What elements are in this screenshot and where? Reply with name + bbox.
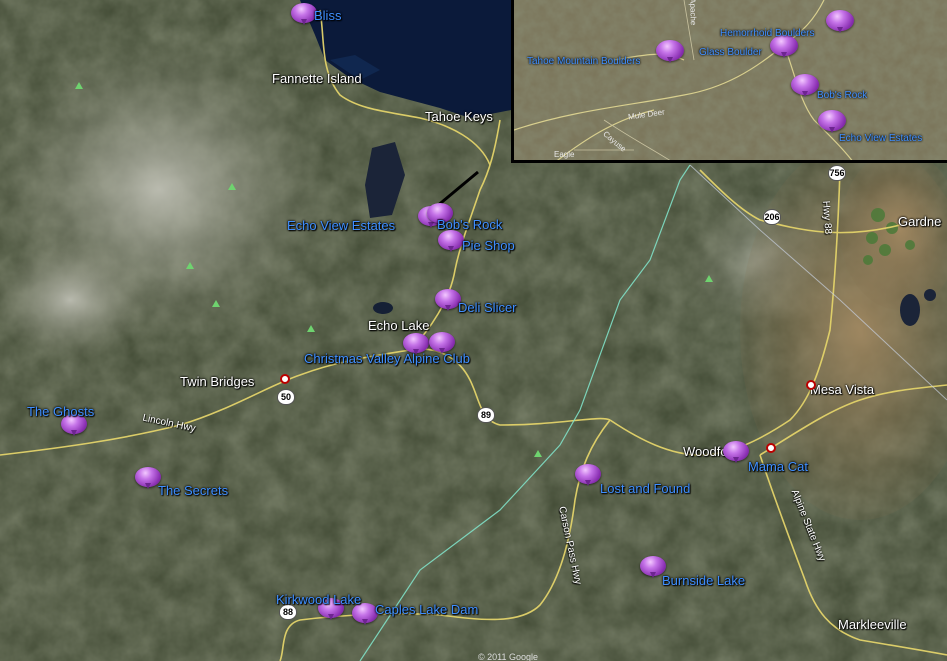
map-copyright: © 2011 Google [478, 652, 539, 661]
inset-map[interactable]: Apache Mule Deer Eagle Cayuse Tahoe Moun… [511, 0, 947, 163]
label-christmas-valley[interactable]: Christmas Valley Alpine Club [304, 351, 470, 366]
label-kirkwood-lake[interactable]: Kirkwood Lake [276, 592, 361, 607]
inset-label-bobs-rock[interactable]: Bob's Rock [817, 90, 867, 101]
label-pie-shop[interactable]: Pie Shop [462, 238, 515, 253]
place-markleeville[interactable]: Markleeville [838, 617, 907, 632]
inset-label-echo-view-estates[interactable]: Echo View Estates [839, 133, 922, 144]
road-label-hwy-88: Hwy 88 [820, 200, 834, 235]
inset-label-tahoe-mountain-boulders[interactable]: Tahoe Mountain Boulders [527, 56, 640, 67]
route-shield-50: 50 [277, 389, 295, 405]
town-marker [806, 380, 816, 390]
inset-pin-bobs-rock[interactable] [791, 74, 819, 97]
label-mama-cat[interactable]: Mama Cat [748, 459, 808, 474]
inset-pin-tahoe-mountain-boulders[interactable] [656, 40, 684, 63]
inset-pin-hemorrhoid-boulders[interactable] [826, 10, 854, 33]
label-lost-and-found[interactable]: Lost and Found [600, 481, 690, 496]
label-burnside-lake[interactable]: Burnside Lake [662, 573, 745, 588]
inset-road-label-apache: Apache [688, 0, 698, 26]
label-echo-view-estates[interactable]: Echo View Estates [287, 218, 395, 233]
place-gardnerville[interactable]: Gardne [898, 214, 941, 229]
campground-icon [186, 262, 194, 269]
pin-mama-cat[interactable] [723, 441, 749, 463]
place-fannette-island[interactable]: Fannette Island [272, 71, 362, 86]
inset-pin-echo-view-estates[interactable] [818, 110, 846, 133]
label-bliss[interactable]: Bliss [314, 8, 341, 23]
satellite-map[interactable]: Fannette Island Tahoe Keys Echo Lake Twi… [0, 0, 947, 661]
place-mesa-vista[interactable]: Mesa Vista [810, 382, 874, 397]
town-marker [280, 374, 290, 384]
route-shield-756: 756 [828, 165, 846, 181]
label-caples-lake-dam[interactable]: Caples Lake Dam [375, 602, 478, 617]
place-tahoe-keys[interactable]: Tahoe Keys [425, 109, 493, 124]
label-deli-slicer[interactable]: Deli Slicer [458, 300, 517, 315]
campground-icon [212, 300, 220, 307]
campground-icon [75, 82, 83, 89]
pin-christmas-valley-2[interactable] [429, 332, 455, 354]
place-echo-lake[interactable]: Echo Lake [368, 318, 429, 333]
campground-icon [705, 275, 713, 282]
pin-christmas-valley-1[interactable] [403, 333, 429, 355]
label-the-secrets[interactable]: The Secrets [158, 483, 228, 498]
town-marker [766, 443, 776, 453]
place-twin-bridges[interactable]: Twin Bridges [180, 374, 254, 389]
inset-label-glass-boulder[interactable]: Glass Boulder [699, 47, 762, 58]
label-the-ghosts[interactable]: The Ghosts [27, 404, 94, 419]
pin-pie-shop[interactable] [438, 230, 464, 252]
route-shield-206: 206 [763, 209, 781, 225]
pin-lost-and-found[interactable] [575, 464, 601, 486]
inset-label-hemorrhoid-boulders[interactable]: Hemorrhoid Boulders [720, 28, 815, 39]
campground-icon [228, 183, 236, 190]
campground-icon [307, 325, 315, 332]
campground-icon [534, 450, 542, 457]
route-shield-89: 89 [477, 407, 495, 423]
inset-road-label-eagle: Eagle [554, 150, 575, 159]
